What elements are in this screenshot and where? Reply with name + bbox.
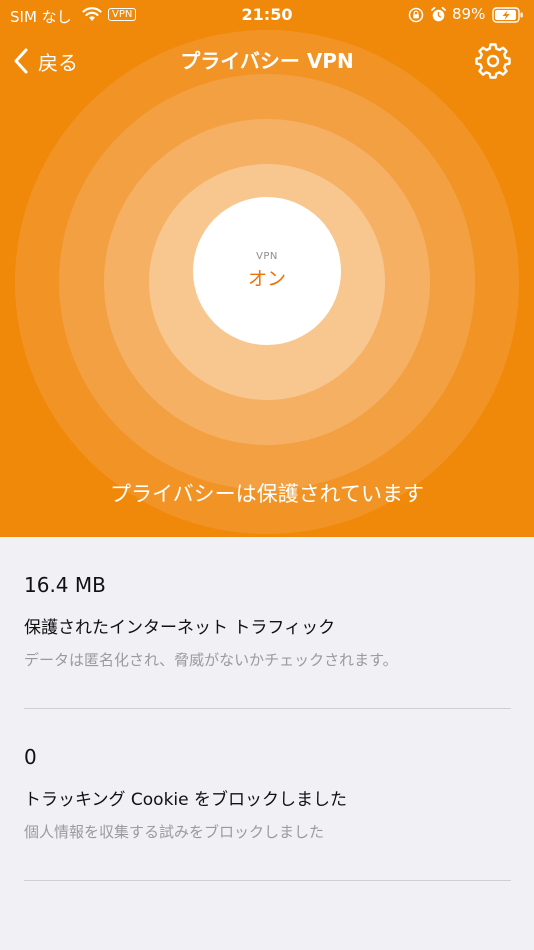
- protection-status-message: プライバシーは保護されています: [110, 482, 424, 506]
- battery-percent: 89%: [452, 5, 486, 23]
- stat-protected-traffic: 16.4 MB 保護されたインターネット トラフィック データは匿名化され、脅威…: [24, 573, 511, 671]
- vpn-status-label: VPN: [256, 251, 278, 262]
- rotation-lock-icon: [408, 7, 424, 23]
- stat-description: データは匿名化され、脅威がないかチェックされます。: [24, 651, 398, 669]
- divider: [24, 708, 511, 709]
- vpn-hero-panel: VPN オン SIM なし VPN 21:50 89% 戻る プライバシー VP…: [0, 0, 534, 537]
- alarm-icon: [431, 6, 446, 22]
- divider: [24, 880, 511, 881]
- stat-value: 16.4 MB: [24, 573, 106, 597]
- gear-icon[interactable]: [475, 43, 511, 79]
- stat-description: 個人情報を収集する試みをブロックしました: [24, 823, 325, 841]
- stat-label: トラッキング Cookie をブロックしました: [24, 790, 347, 810]
- stat-value: 0: [24, 745, 37, 769]
- stat-blocked-cookies: 0 トラッキング Cookie をブロックしました 個人情報を収集する試みをブロ…: [24, 745, 511, 843]
- status-bar: SIM なし VPN 21:50 89%: [0, 0, 534, 30]
- stat-label: 保護されたインターネット トラフィック: [24, 618, 336, 638]
- vpn-status-circle[interactable]: VPN オン: [193, 197, 341, 345]
- page-title: プライバシー VPN: [180, 49, 354, 73]
- battery-charging-icon: [492, 7, 523, 23]
- vpn-status-state: オン: [247, 268, 286, 290]
